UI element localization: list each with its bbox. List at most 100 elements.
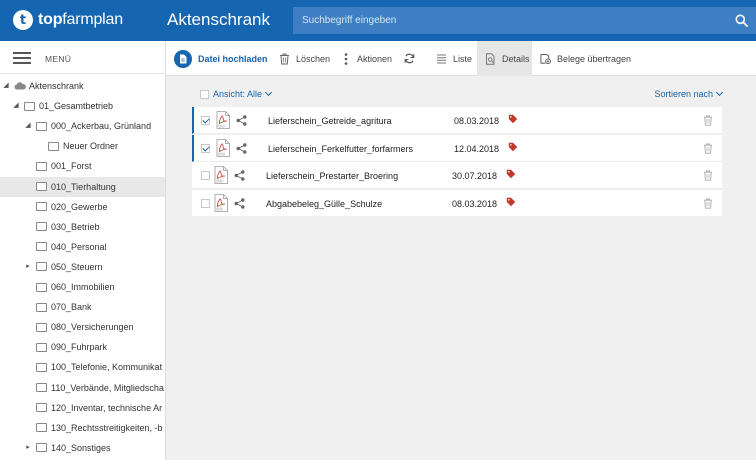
tree-item[interactable]: ▸ 050_Steuern bbox=[0, 257, 165, 277]
app-header: t topfarmplan Aktenschrank bbox=[0, 0, 756, 41]
tree-item[interactable]: ◢ Aktenschrank bbox=[0, 76, 165, 96]
tree-item-label: 090_Fuhrpark bbox=[51, 342, 108, 353]
trash-icon bbox=[280, 53, 289, 64]
collapse-toggle-icon[interactable]: ◢ bbox=[12, 102, 20, 110]
row-checkbox[interactable] bbox=[201, 198, 210, 208]
tree-item-label: 110_Verbände, Mitgliedscha bbox=[51, 382, 164, 393]
share-icon[interactable] bbox=[236, 115, 247, 126]
tree-item[interactable]: 090_Fuhrpark bbox=[0, 337, 165, 357]
pdf-file-icon bbox=[216, 111, 230, 129]
tag-icon[interactable] bbox=[506, 169, 516, 179]
delete-button-label: Löschen bbox=[296, 53, 331, 64]
file-name[interactable]: Abgabebeleg_Gülle_Schulze bbox=[266, 199, 382, 209]
tree-item[interactable]: 100_Telefonie, Kommunikat bbox=[0, 357, 165, 377]
menu-bar[interactable]: MENÜ bbox=[0, 41, 165, 74]
row-checkbox[interactable] bbox=[201, 171, 210, 180]
tree-item-label: 01_Gesamtbetrieb bbox=[39, 101, 114, 112]
tree-item[interactable]: ◢ 000_Ackerbau, Grünland bbox=[0, 116, 165, 136]
tree-item[interactable]: 070_Bank bbox=[0, 297, 165, 317]
trash-icon[interactable] bbox=[703, 143, 713, 154]
tag-icon[interactable] bbox=[508, 142, 518, 152]
folder-icon bbox=[24, 101, 35, 111]
tree-item[interactable]: 080_Versicherungen bbox=[0, 317, 165, 337]
tree-item[interactable]: 001_Forst bbox=[0, 156, 165, 176]
tree-item[interactable]: Neuer Ordner bbox=[0, 136, 165, 156]
logo-mark-letter: t bbox=[19, 12, 27, 28]
logo-text: topfarmplan bbox=[38, 11, 123, 29]
collapse-toggle-icon[interactable]: ◢ bbox=[2, 82, 10, 90]
tree-item[interactable]: 040_Personal bbox=[0, 237, 165, 257]
details-view-button[interactable]: Details bbox=[477, 41, 532, 76]
toolbar: Datei hochladen Löschen Aktionen Liste D… bbox=[166, 41, 756, 76]
select-all-checkbox[interactable] bbox=[200, 89, 209, 99]
view-filter[interactable]: Ansicht: Alle bbox=[200, 88, 273, 99]
expand-toggle-icon[interactable]: ▸ bbox=[24, 263, 32, 271]
folder-icon bbox=[36, 161, 47, 171]
file-name[interactable]: Lieferschein_Ferkelfutter_forfarmers bbox=[268, 144, 413, 154]
search-input[interactable] bbox=[293, 7, 723, 34]
tree-item[interactable]: 020_Gewerbe bbox=[0, 197, 165, 217]
transfer-receipts-button[interactable]: Belege übertragen bbox=[540, 41, 631, 76]
file-row[interactable]: Lieferschein_Ferkelfutter_forfarmers 12.0… bbox=[192, 134, 722, 162]
file-date: 08.03.2018 bbox=[452, 198, 498, 209]
tag-icon[interactable] bbox=[506, 197, 516, 207]
share-icon[interactable] bbox=[234, 170, 245, 181]
transfer-icon bbox=[540, 53, 551, 64]
tree-item-label: 030_Betrieb bbox=[51, 221, 100, 232]
tree-item[interactable]: 110_Verbände, Mitgliedscha bbox=[0, 378, 165, 398]
trash-icon[interactable] bbox=[703, 198, 713, 209]
file-row[interactable]: Lieferschein_Prestarter_Broering 30.07.20… bbox=[192, 162, 722, 189]
refresh-button[interactable] bbox=[404, 41, 424, 76]
logo-text-bold: top bbox=[38, 11, 63, 28]
tree-item-label: 120_Inventar, technische Ar bbox=[51, 402, 163, 413]
tree-item[interactable]: ◢ 01_Gesamtbetrieb bbox=[0, 96, 165, 116]
row-checkbox[interactable] bbox=[201, 143, 210, 153]
list-view-label: Liste bbox=[453, 53, 473, 64]
tree-item-label: Neuer Ordner bbox=[63, 141, 119, 152]
tree-item-label: 140_Sonstiges bbox=[51, 442, 111, 453]
folder-icon bbox=[36, 342, 47, 352]
folder-icon bbox=[36, 423, 47, 433]
folder-icon bbox=[36, 302, 47, 312]
list-view-button[interactable]: Liste bbox=[436, 41, 472, 76]
sort-label: Sortieren nach bbox=[654, 89, 713, 99]
folder-icon bbox=[36, 242, 47, 252]
folder-icon bbox=[36, 362, 47, 372]
transfer-receipts-label: Belege übertragen bbox=[557, 53, 632, 64]
upload-button-label: Datei hochladen bbox=[198, 53, 268, 64]
delete-button[interactable]: Löschen bbox=[279, 41, 330, 76]
share-icon[interactable] bbox=[234, 197, 245, 209]
hamburger-icon[interactable] bbox=[13, 52, 31, 64]
sort-dropdown[interactable]: Sortieren nach bbox=[654, 88, 724, 99]
search-icon[interactable] bbox=[735, 14, 748, 27]
file-name[interactable]: Lieferschein_Getreide_agritura bbox=[268, 116, 392, 126]
tree-item[interactable]: 010_Tierhaltung bbox=[0, 176, 165, 197]
folder-icon bbox=[36, 322, 47, 332]
pdf-file-icon bbox=[214, 193, 228, 212]
file-row[interactable]: Abgabebeleg_Gülle_Schulze 08.03.2018 bbox=[192, 189, 722, 217]
tag-icon[interactable] bbox=[508, 114, 518, 124]
tree-item-label: 000_Ackerbau, Grünland bbox=[51, 121, 152, 132]
chevron-down-icon bbox=[715, 88, 724, 97]
refresh-icon bbox=[404, 53, 415, 64]
trash-icon[interactable] bbox=[703, 115, 713, 126]
tree-item[interactable]: 030_Betrieb bbox=[0, 217, 165, 237]
row-checkbox[interactable] bbox=[201, 116, 210, 125]
file-row[interactable]: Lieferschein_Getreide_agritura 08.03.2018 bbox=[192, 107, 722, 134]
tree-item[interactable]: 130_Rechtsstreitigkeiten, -b bbox=[0, 418, 165, 438]
document-list-area: Ansicht: Alle Sortieren nach Lieferschei… bbox=[166, 76, 756, 460]
collapse-toggle-icon[interactable]: ◢ bbox=[24, 122, 32, 130]
upload-button[interactable]: Datei hochladen bbox=[174, 41, 268, 76]
details-icon bbox=[486, 52, 495, 65]
actions-button[interactable]: Aktionen bbox=[344, 41, 392, 76]
trash-icon[interactable] bbox=[703, 170, 713, 181]
expand-toggle-icon[interactable]: ▸ bbox=[24, 444, 32, 452]
tree-item[interactable]: 120_Inventar, technische Ar bbox=[0, 398, 165, 418]
logo-text-rest: farmplan bbox=[62, 11, 123, 28]
tree-item[interactable]: 060_Immobilien bbox=[0, 277, 165, 297]
brand-logo[interactable]: t topfarmplan bbox=[13, 10, 123, 30]
tree-item[interactable]: ▸ 140_Sonstiges bbox=[0, 438, 165, 458]
share-icon[interactable] bbox=[236, 142, 247, 154]
cloud-icon bbox=[14, 82, 26, 90]
file-name[interactable]: Lieferschein_Prestarter_Broering bbox=[266, 171, 398, 181]
